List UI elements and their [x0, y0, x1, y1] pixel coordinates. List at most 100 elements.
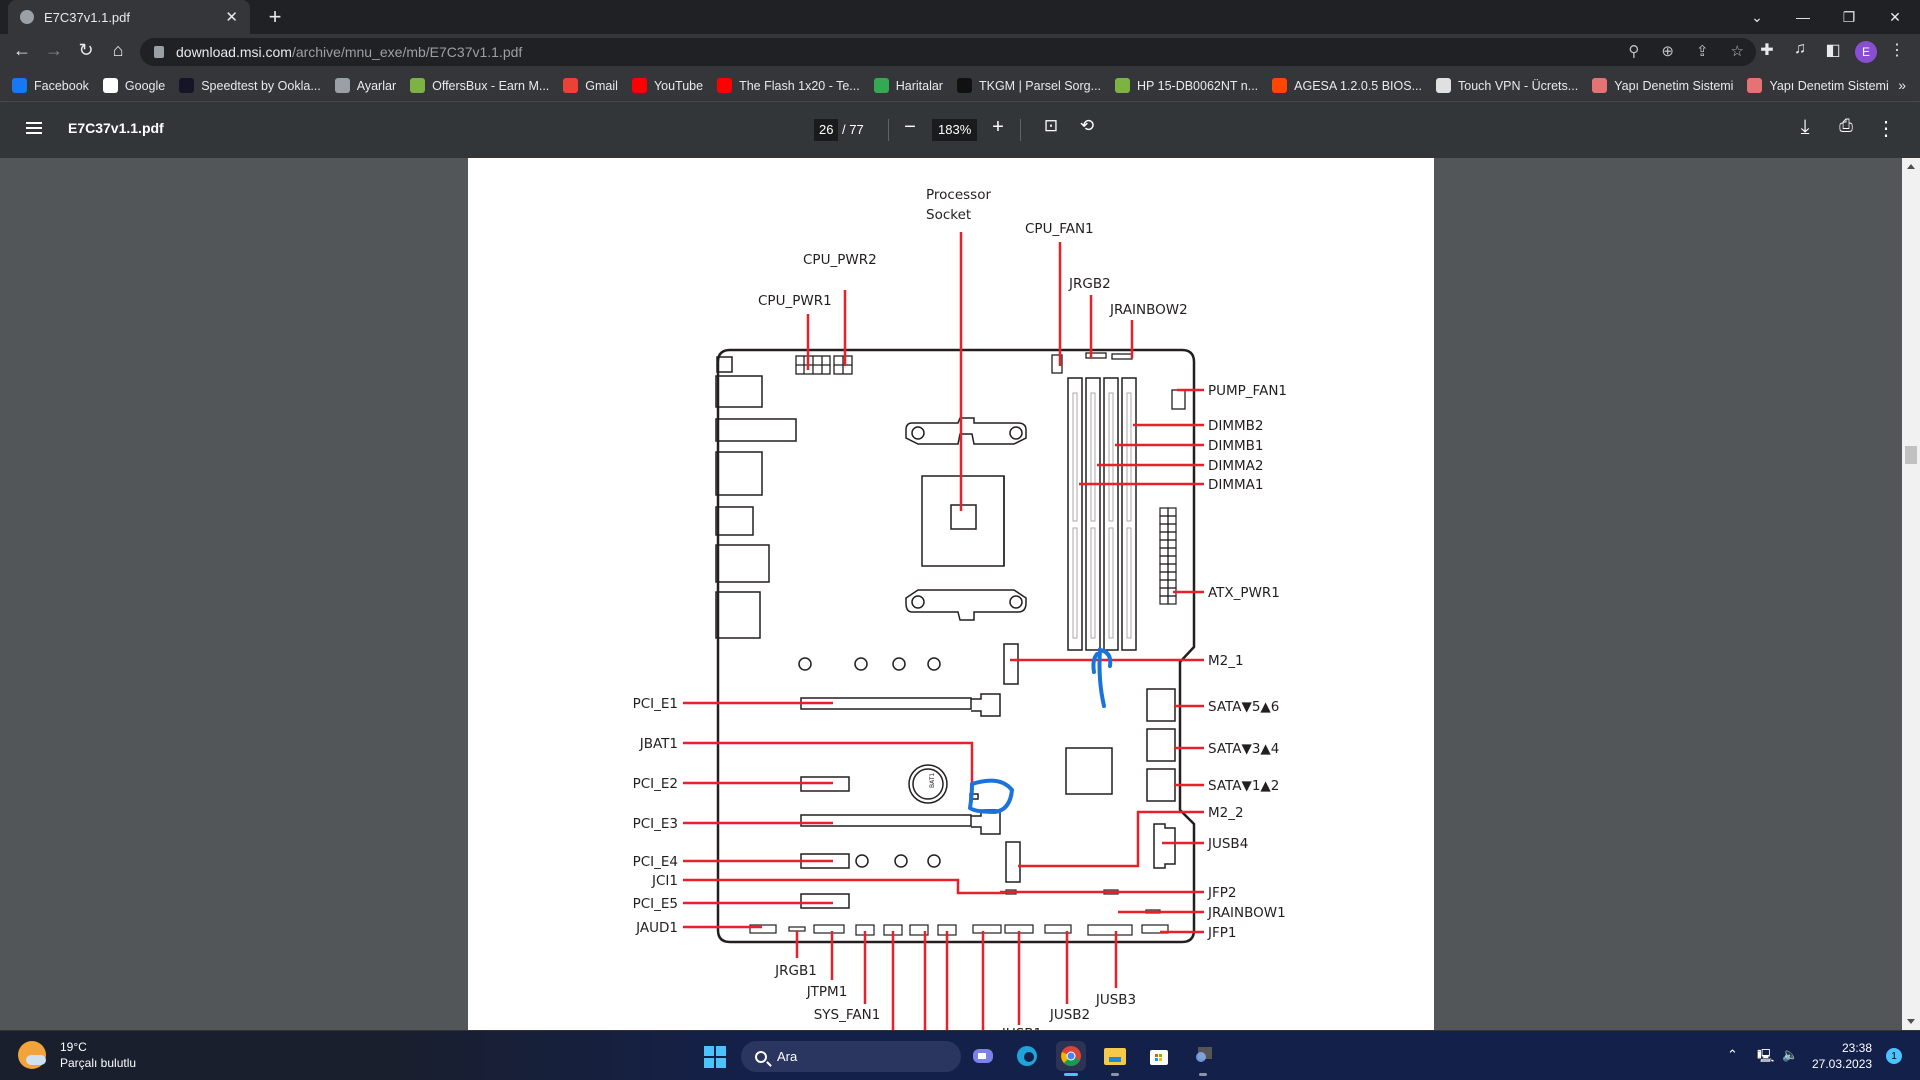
bookmark-item[interactable]: YouTube: [631, 78, 704, 93]
atx-pin: [1159, 595, 1169, 605]
zoom-in-button[interactable]: +: [986, 116, 1010, 139]
bookmark-item[interactable]: Google: [102, 78, 165, 93]
address-bar[interactable]: download.msi.com/archive/mnu_exe/mb/E7C3…: [140, 38, 1756, 66]
bookmark-item[interactable]: Haritalar: [873, 78, 943, 93]
bookmark-item[interactable]: TKGM | Parsel Sorg...: [956, 78, 1101, 93]
new-tab-button[interactable]: +: [262, 4, 288, 30]
bookmark-label: Facebook: [34, 78, 89, 93]
home-button[interactable]: ⌂: [104, 40, 132, 61]
bookmark-item[interactable]: Yapı Denetim Sistemi: [1747, 78, 1889, 93]
label-cpu-pwr1: CPU_PWR1: [758, 293, 832, 309]
fit-page-icon[interactable]: ⊡: [1039, 116, 1063, 136]
page-number-input[interactable]: 26: [814, 119, 839, 141]
bookmark-item[interactable]: Yapı Denetim Sistemi: [1592, 78, 1733, 93]
share-icon[interactable]: ⇪: [1696, 42, 1709, 60]
m2-slots: [1003, 643, 1176, 883]
vertical-scrollbar[interactable]: [1902, 158, 1920, 1030]
reddit-icon: [1272, 78, 1288, 93]
bookmark-item[interactable]: OffersBux - Earn M...: [410, 78, 549, 93]
bookmark-item[interactable]: The Flash 1x20 - Te...: [717, 78, 860, 93]
zoom-out-button[interactable]: −: [898, 116, 922, 139]
minimize-button[interactable]: —: [1780, 0, 1826, 34]
scroll-up-arrow[interactable]: [1907, 164, 1915, 169]
tab-title: E7C37v1.1.pdf: [44, 9, 131, 25]
bookmark-item[interactable]: Touch VPN - Ücrets...: [1436, 78, 1578, 93]
atx-pin: [1159, 547, 1169, 557]
leader-lines: [683, 232, 1204, 1030]
bookmark-label: Touch VPN - Ücrets...: [1458, 78, 1579, 93]
bookmark-label: YouTube: [653, 78, 704, 93]
close-window-button[interactable]: ✕: [1872, 0, 1918, 34]
search-icon[interactable]: ⚲: [1628, 42, 1639, 60]
network-icon[interactable]: 🖳: [1757, 1047, 1774, 1069]
bookmark-item[interactable]: Gmail: [563, 78, 618, 93]
show-hidden-icons[interactable]: ⌃: [1727, 1047, 1738, 1063]
clock[interactable]: 23:38 27.03.2023: [1812, 1040, 1872, 1072]
scroll-thumb[interactable]: [1905, 446, 1917, 464]
atx-pin: [1159, 531, 1169, 541]
chrome-menu-icon[interactable]: ⋮: [1884, 40, 1910, 60]
connector-label: JRGB1: [774, 963, 817, 979]
bookmark-item[interactable]: HP 15-DB0062NT n...: [1115, 78, 1258, 93]
start-button[interactable]: [704, 1046, 726, 1068]
scroll-down-arrow[interactable]: [1907, 1019, 1915, 1024]
edge-icon[interactable]: [1012, 1041, 1042, 1071]
bookmark-label: Yapı Denetim Sistemi: [1769, 78, 1889, 93]
cpu-power-connectors: [795, 355, 853, 375]
media-icon[interactable]: ♫: [1787, 40, 1813, 58]
connector-label: DIMMA2: [1208, 458, 1264, 474]
notification-badge[interactable]: 1: [1886, 1048, 1902, 1064]
close-tab-icon[interactable]: ✕: [225, 8, 238, 26]
connector-label: PCI_E5: [633, 896, 678, 912]
file-explorer-icon[interactable]: [1100, 1041, 1130, 1076]
atx-pin: [1167, 531, 1177, 541]
back-button[interactable]: ←: [8, 40, 36, 61]
profile-avatar[interactable]: E: [1855, 41, 1877, 63]
reload-button[interactable]: ↻: [72, 40, 100, 61]
youtube-icon: [631, 78, 647, 93]
print-icon[interactable]: ⎙: [1834, 116, 1858, 136]
bookmark-item[interactable]: Speedtest by Ookla...: [179, 78, 321, 93]
restore-button[interactable]: ❐: [1826, 0, 1872, 34]
volume-icon[interactable]: 🔈: [1782, 1047, 1798, 1063]
atx-pin: [1167, 579, 1177, 589]
bookmark-item[interactable]: Ayarlar: [334, 78, 396, 93]
more-options-icon[interactable]: ⋮: [1874, 116, 1898, 141]
zoom-level-input[interactable]: 183%: [932, 119, 978, 141]
youtube-icon: [717, 78, 733, 93]
browser-tab[interactable]: E7C37v1.1.pdf ✕: [8, 0, 250, 34]
bookmark-label: Yapı Denetim Sistemi: [1614, 78, 1734, 93]
side-panel-icon[interactable]: ◧: [1820, 40, 1846, 60]
weather-widget[interactable]: 19°C Parçalı bulutlu: [18, 1039, 136, 1071]
bookmark-item[interactable]: Facebook: [12, 78, 89, 93]
weather-partly-cloudy-icon: [18, 1041, 46, 1069]
zoom-icon[interactable]: ⊕: [1661, 42, 1674, 60]
microsoft-store-icon[interactable]: [1144, 1041, 1174, 1071]
more-bookmarks-button[interactable]: »: [1898, 77, 1906, 93]
star-icon[interactable]: ☆: [1731, 42, 1744, 60]
bookmark-item[interactable]: AGESA 1.2.0.5 BIOS...: [1272, 78, 1422, 93]
download-icon[interactable]: ⤓: [1793, 116, 1817, 139]
rotate-icon[interactable]: ⟲: [1075, 116, 1099, 136]
forward-button[interactable]: →: [40, 40, 68, 61]
pdf-viewer[interactable]: BAT1 Processor Socket CPU_FAN1 CPU_PWR2 …: [0, 158, 1902, 1042]
chrome-icon[interactable]: [1056, 1041, 1086, 1076]
tab-search-icon[interactable]: ⌄: [1734, 0, 1780, 34]
teams-chat-icon[interactable]: [968, 1041, 998, 1071]
connector-label: PCI_E4: [633, 854, 678, 870]
connector-label: M2_2: [1208, 805, 1244, 821]
gear-icon: [334, 78, 350, 93]
google-icon: [102, 78, 118, 93]
atx-power-connector: [1159, 507, 1177, 605]
label-cpu-pwr2: CPU_PWR2: [803, 252, 877, 268]
location-pin-icon: [956, 78, 972, 93]
atx-pin: [1167, 595, 1177, 605]
atx-pin: [1159, 579, 1169, 589]
connector-label: PUMP_FAN1: [1208, 383, 1287, 399]
label-cpu-fan1: CPU_FAN1: [1025, 221, 1094, 237]
extensions-icon[interactable]: ✚: [1754, 40, 1780, 60]
menu-icon[interactable]: [26, 122, 42, 134]
taskbar-search[interactable]: Ara: [741, 1041, 961, 1072]
system-tool-icon[interactable]: [1188, 1041, 1218, 1076]
bookmark-label: OffersBux - Earn M...: [432, 78, 550, 93]
